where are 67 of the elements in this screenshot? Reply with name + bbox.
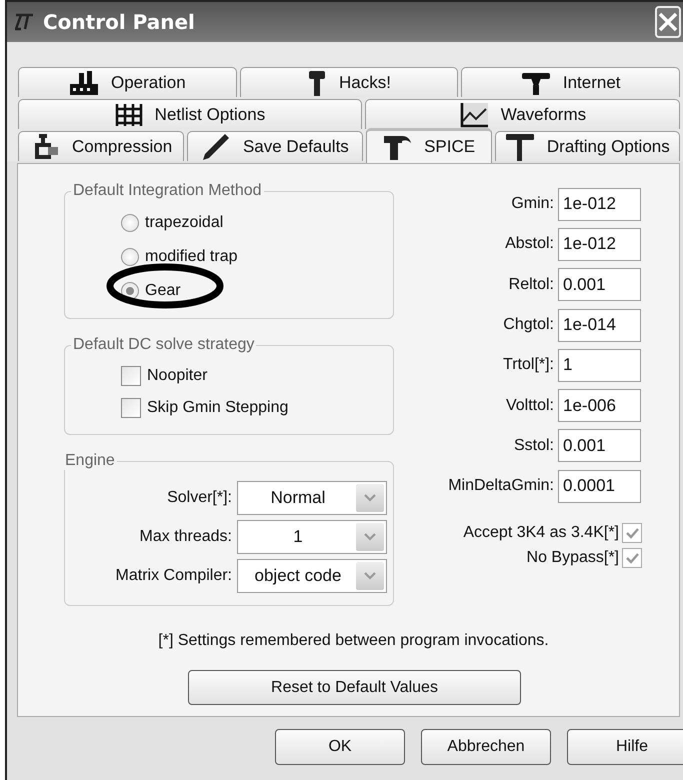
tab[interactable]: Netlist Options [18, 99, 362, 129]
chevron-down-icon [364, 494, 376, 502]
checkbox[interactable] [622, 522, 642, 543]
t-square-icon [504, 132, 535, 162]
field-label: Matrix Compiler: [116, 566, 232, 584]
tab[interactable]: Drafting Options [494, 131, 680, 161]
close-icon [657, 11, 679, 33]
field-label: Abstol: [505, 235, 554, 254]
hammer-icon [307, 68, 328, 96]
option-label: Accept 3K4 as 3.4K[*] [463, 524, 619, 542]
input-field[interactable]: 0.001 [558, 429, 641, 462]
tab[interactable]: Save Defaults [187, 131, 363, 161]
input-field[interactable]: 1e-014 [558, 308, 641, 342]
note-text: [*] Settings remembered between program invocations. [157, 632, 550, 650]
field-label: Solver[*]: [167, 488, 232, 506]
field-label: Chgtol: [503, 316, 554, 334]
group-title: Default Integration Method [72, 182, 263, 200]
option-label: No Bypass[*] [526, 548, 619, 567]
checkbox[interactable] [121, 366, 141, 386]
tab[interactable]: Operation [18, 67, 237, 97]
field-label: Volttol: [506, 396, 554, 415]
radio-button[interactable] [121, 214, 139, 232]
input-field[interactable]: 1e-012 [558, 188, 641, 221]
field-label: Trtol[*]: [503, 356, 554, 374]
chart-icon [458, 102, 489, 128]
radio-button[interactable] [121, 248, 139, 266]
reset-button[interactable]: Reset to Default Values [188, 670, 521, 705]
dialog-button[interactable]: OK [275, 729, 405, 765]
group-title: Engine [64, 452, 116, 470]
tab[interactable]: SPICE [366, 128, 492, 163]
dropdown[interactable]: 1 [237, 520, 387, 554]
checkmark-icon [625, 552, 639, 564]
field-label: MinDeltaGmin: [448, 477, 554, 496]
chevron-down-icon [364, 572, 376, 580]
input-field[interactable]: 1e-006 [558, 389, 641, 422]
input-field[interactable]: 1 [558, 348, 641, 382]
option-label: Noopiter [147, 367, 208, 385]
factory-icon [69, 70, 99, 96]
tab[interactable]: Waveforms [364, 99, 680, 129]
tab[interactable]: Internet [461, 67, 680, 97]
app-logo-icon [13, 13, 35, 31]
tab[interactable]: Hacks! [240, 67, 458, 97]
dialog-button[interactable]: Hilfe [567, 729, 683, 765]
field-label: Reltol: [508, 276, 554, 294]
hammer-icon [382, 133, 412, 161]
checkbox[interactable] [121, 398, 141, 418]
field-label: Max threads: [140, 528, 232, 546]
close-button[interactable] [655, 6, 681, 38]
dropdown[interactable]: Normal [237, 480, 387, 514]
field-label: Sstol: [514, 436, 554, 455]
input-field[interactable]: 0.0001 [558, 470, 641, 503]
chevron-down-icon [364, 532, 376, 540]
dialog-button[interactable]: Abbrechen [421, 729, 551, 765]
dropdown[interactable]: object code [237, 558, 387, 592]
option-label: trapezoidal [145, 214, 224, 232]
group-title: Default DC solve strategy [72, 336, 256, 354]
checkbox[interactable] [622, 548, 642, 568]
window-title: Control Panel [43, 10, 195, 34]
input-field[interactable]: 0.001 [558, 268, 641, 302]
option-label: Gear [145, 282, 181, 300]
tab[interactable]: Compression [18, 131, 184, 161]
grid-icon [114, 102, 143, 128]
option-label: modified trap [145, 248, 238, 266]
option-label: Skip Gmin Stepping [147, 399, 288, 417]
checkmark-icon [625, 526, 639, 539]
field-label: Gmin: [511, 195, 554, 214]
input-field[interactable]: 1e-012 [558, 228, 641, 261]
